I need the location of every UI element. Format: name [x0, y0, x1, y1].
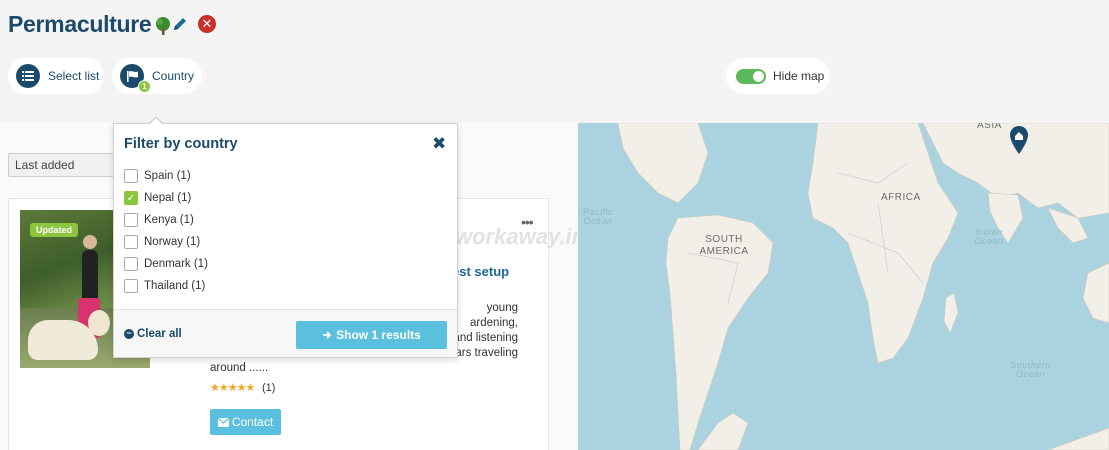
popup-title: Filter by country: [124, 136, 238, 152]
contact-button[interactable]: Contact: [210, 409, 281, 435]
list-icon: [16, 64, 40, 88]
country-option-nepal[interactable]: ✓ Nepal (1): [124, 189, 191, 207]
map-label-indian: Indian Ocean: [974, 227, 1004, 246]
envelope-icon: [217, 417, 229, 427]
sort-select[interactable]: Last added: [8, 153, 116, 177]
filter-by-country-popup: Filter by country ✖ Spain (1) ✓ Nepal (1…: [113, 123, 458, 358]
map-pin-icon[interactable]: [1010, 126, 1028, 154]
arrow-right-icon: [323, 331, 332, 339]
close-icon[interactable]: ✖: [432, 134, 446, 154]
hide-map-toggle[interactable]: Hide map: [726, 58, 830, 94]
toggle-switch[interactable]: [736, 68, 766, 84]
country-count-badge: 1: [138, 80, 151, 93]
map-land: [617, 123, 1109, 450]
flag-icon: 1: [120, 64, 151, 93]
select-list-button[interactable]: Select list: [8, 58, 104, 94]
popup-caret-inner: [149, 118, 163, 125]
page-title: Permaculture: [8, 11, 173, 38]
map-label-southern: Southern Ocean: [1010, 360, 1051, 379]
map-label-south-america: SOUTH AMERICA: [699, 234, 749, 257]
updated-badge: Updated: [30, 223, 78, 237]
listing-title[interactable]: est setup: [452, 264, 509, 279]
rating-stars: ★★★★★: [210, 382, 255, 394]
country-filter-button[interactable]: 1 Country: [112, 58, 202, 94]
map-label-asia: ASIA: [977, 123, 1002, 131]
checkbox[interactable]: [124, 169, 138, 183]
pencil-icon[interactable]: [171, 15, 189, 33]
show-results-button[interactable]: Show 1 results: [296, 321, 447, 349]
checkbox[interactable]: [124, 213, 138, 227]
popup-footer: − Clear all Show 1 results: [114, 309, 457, 357]
minus-circle-icon: −: [124, 329, 134, 339]
delete-icon[interactable]: ✕: [198, 15, 216, 33]
checkbox-checked[interactable]: ✓: [124, 191, 138, 205]
country-option-denmark[interactable]: Denmark (1): [124, 255, 208, 273]
map-label-pacific: Pacific Ocean: [582, 207, 613, 226]
checkbox[interactable]: [124, 257, 138, 271]
checkbox[interactable]: [124, 279, 138, 293]
country-option-norway[interactable]: Norway (1): [124, 233, 200, 251]
country-option-kenya[interactable]: Kenya (1): [124, 211, 194, 229]
review-count: (1): [262, 382, 276, 394]
clear-all-button[interactable]: − Clear all: [124, 328, 182, 340]
map-label-africa: AFRICA: [881, 192, 921, 203]
country-option-thailand[interactable]: Thailand (1): [124, 277, 205, 295]
checkbox[interactable]: [124, 235, 138, 249]
map-view[interactable]: ASIA AFRICA SOUTH AMERICA Pacific Ocean …: [578, 123, 1109, 450]
country-option-spain[interactable]: Spain (1): [124, 167, 191, 185]
